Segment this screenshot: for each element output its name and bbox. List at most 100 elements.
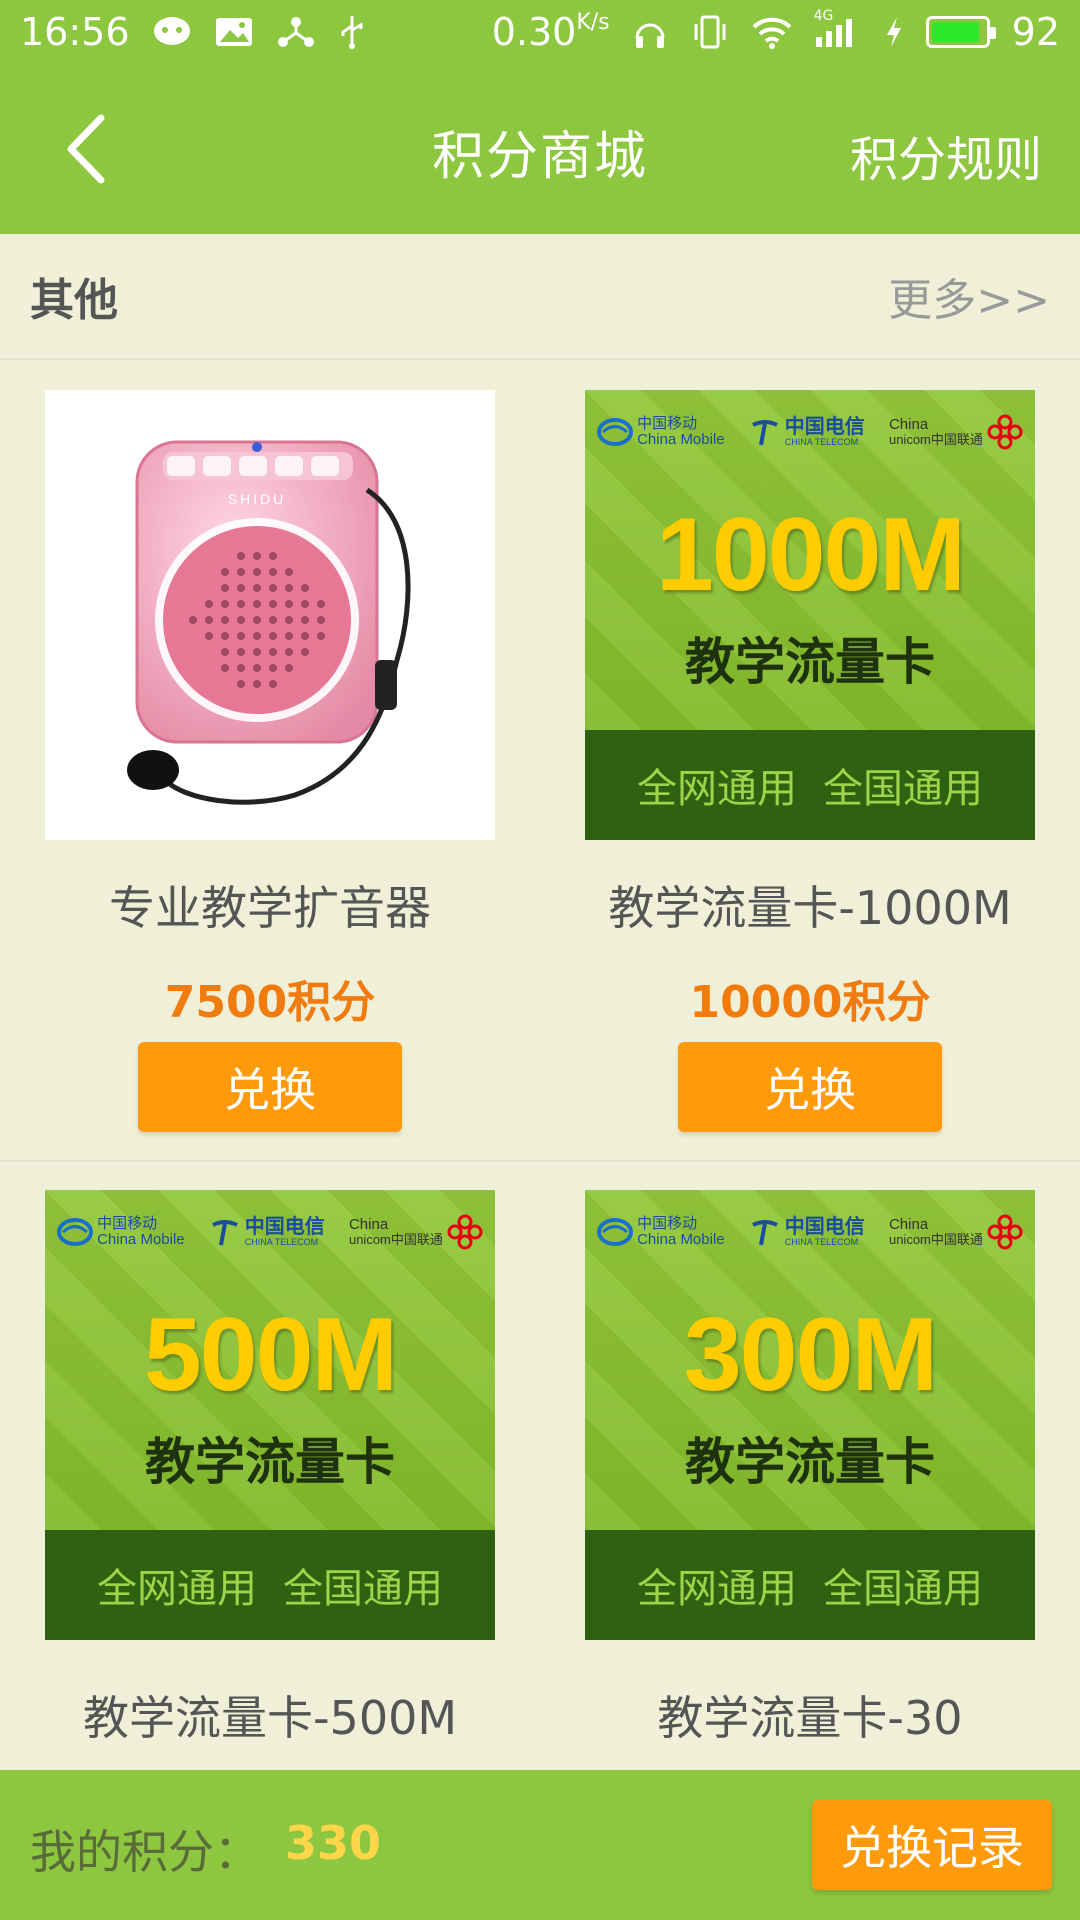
product-row: SHIDU 专业教学扩音器 7500积分 兑换 中国移动 China Mobil… — [0, 362, 1080, 1162]
china-telecom-en: CHINA TELECOM — [784, 436, 859, 447]
card-data-size: 500M — [143, 1297, 398, 1413]
status-time: 16:56 — [20, 10, 130, 54]
product-grid: SHIDU 专业教学扩音器 7500积分 兑换 中国移动 China Mobil… — [0, 362, 1080, 1770]
card-subtitle: 教学流量卡 — [145, 1433, 395, 1491]
card-footer-national: 全国通用 — [823, 766, 983, 812]
signal-type: 4G — [813, 8, 834, 24]
wifi-icon — [752, 15, 792, 49]
china-mobile-cn: 中国移动 — [97, 1215, 158, 1233]
china-telecom-icon — [751, 1220, 778, 1246]
china-mobile-en: China Mobile — [637, 1231, 725, 1248]
china-mobile-icon — [57, 1218, 94, 1246]
china-telecom-cn: 中国电信 — [784, 415, 865, 438]
app-header: 积分商城 积分规则 — [0, 64, 1080, 234]
card-subtitle: 教学流量卡 — [685, 1433, 935, 1491]
china-mobile-logo: 中国移动 China Mobile — [597, 1216, 725, 1248]
china-unicom-logo: China unicom中国联通 — [349, 1214, 483, 1250]
signal-icon: 4G — [814, 9, 862, 49]
china-unicom-cn: unicom中国联通 — [348, 1232, 443, 1248]
my-points-label: 我的积分： — [30, 1825, 260, 1879]
china-unicom-icon — [987, 414, 1023, 450]
speaker-illustration: SHIDU — [127, 440, 411, 805]
china-telecom-cn: 中国电信 — [784, 1215, 865, 1238]
section-header: 其他 更多>> — [0, 234, 1080, 360]
section-title: 其他 — [30, 275, 118, 326]
china-unicom-logo: China unicom中国联通 — [889, 1214, 1023, 1250]
card-footer-network: 全网通用 — [637, 1566, 797, 1612]
network-speed: 0.30K/s — [492, 10, 610, 54]
carrier-logos: 中国移动 China Mobile 中国电信 CHINA TELECOM China… — [45, 1214, 495, 1250]
bottom-bar: 我的积分： 330 兑换记录 — [0, 1770, 1080, 1920]
product-name: 教学流量卡-1000M — [608, 881, 1012, 935]
status-bar: 16:56 0.30K/s 4G 92 — [0, 0, 1080, 64]
exchange-button[interactable]: 兑换 — [138, 1042, 402, 1132]
china-mobile-en: China Mobile — [637, 431, 725, 448]
china-unicom-icon — [447, 1214, 483, 1250]
china-unicom-en: China — [888, 416, 929, 434]
status-right: 0.30K/s 4G 92 — [492, 9, 1060, 54]
vibrate-icon — [690, 14, 730, 50]
data-card-image[interactable]: 中国移动 China Mobile 中国电信 CHINA TELECOM China… — [585, 1190, 1035, 1640]
battery-fill — [931, 22, 980, 42]
china-telecom-logo: 中国电信 CHINA TELECOM — [749, 1215, 865, 1247]
product-points: 10000积分 — [689, 977, 931, 1028]
china-mobile-logo: 中国移动 China Mobile — [597, 416, 725, 448]
china-telecom-cn: 中国电信 — [244, 1215, 325, 1238]
china-unicom-en: China — [888, 1216, 929, 1234]
china-unicom-cn: unicom中国联通 — [888, 1232, 983, 1248]
card-data-size: 300M — [683, 1297, 938, 1413]
carrier-logos: 中国移动 China Mobile 中国电信 CHINA TELECOM China… — [585, 414, 1035, 450]
card-data-size: 1000M — [656, 497, 966, 613]
battery-icon — [925, 16, 996, 48]
china-unicom-logo: China unicom中国联通 — [889, 414, 1023, 450]
data-card-image[interactable]: 中国移动 China Mobile 中国电信 CHINA TELECOM China… — [45, 1190, 495, 1640]
china-mobile-cn: 中国移动 — [637, 415, 698, 433]
china-mobile-logo: 中国移动 China Mobile — [57, 1216, 185, 1248]
china-telecom-logo: 中国电信 CHINA TELECOM — [209, 1215, 325, 1247]
china-telecom-logo: 中国电信 CHINA TELECOM — [749, 415, 865, 447]
china-telecom-en: CHINA TELECOM — [244, 1236, 319, 1247]
exchange-history-button[interactable]: 兑换记录 — [812, 1800, 1052, 1890]
product-name: 教学流量卡-500M — [82, 1691, 458, 1745]
carrier-logos: 中国移动 China Mobile 中国电信 CHINA TELECOM China… — [585, 1214, 1035, 1250]
card-footer: 全网通用 全国通用 — [585, 730, 1035, 840]
network-speed-value: 0.30 — [491, 10, 577, 54]
product-row: 中国移动 China Mobile 中国电信 CHINA TELECOM China… — [0, 1162, 1080, 1770]
card-footer-network: 全网通用 — [97, 1566, 257, 1612]
points-rules-link[interactable]: 积分规则 — [850, 120, 1042, 190]
headphones-icon — [632, 14, 668, 50]
card-footer: 全网通用 全国通用 — [585, 1530, 1035, 1640]
card-footer: 全网通用 全国通用 — [45, 1530, 495, 1640]
china-mobile-en: China Mobile — [97, 1231, 185, 1248]
usb-icon — [338, 14, 366, 50]
card-subtitle: 教学流量卡 — [685, 633, 935, 691]
china-unicom-en: China — [348, 1216, 389, 1234]
china-telecom-en: CHINA TELECOM — [784, 1236, 859, 1247]
china-telecom-icon — [211, 1220, 238, 1246]
card-footer-network: 全网通用 — [637, 766, 797, 812]
product-name: 教学流量卡-30 — [657, 1691, 963, 1745]
china-telecom-icon — [751, 420, 778, 446]
china-unicom-icon — [987, 1214, 1023, 1250]
speaker-brand: SHIDU — [228, 491, 287, 507]
battery-percent: 92 — [1011, 10, 1060, 54]
card-footer-national: 全国通用 — [283, 1566, 443, 1612]
data-card-image[interactable]: 中国移动 China Mobile 中国电信 CHINA TELECOM China… — [585, 390, 1035, 840]
share-network-icon — [276, 15, 316, 49]
gallery-icon — [214, 15, 254, 49]
my-points-value: 330 — [285, 1816, 382, 1870]
network-speed-unit: K/s — [576, 10, 610, 35]
exchange-button[interactable]: 兑换 — [678, 1042, 942, 1132]
china-mobile-icon — [597, 1218, 634, 1246]
charging-icon — [884, 15, 904, 49]
china-mobile-icon — [597, 418, 634, 446]
card-footer-national: 全国通用 — [823, 1566, 983, 1612]
product-name: 专业教学扩音器 — [109, 881, 431, 935]
chat-icon — [152, 15, 192, 49]
china-mobile-cn: 中国移动 — [637, 1215, 698, 1233]
more-link[interactable]: 更多>> — [888, 264, 1050, 328]
status-left: 16:56 — [20, 10, 366, 54]
speaker-image[interactable]: SHIDU — [45, 390, 495, 840]
product-points: 7500积分 — [164, 977, 376, 1028]
china-unicom-cn: unicom中国联通 — [888, 432, 983, 448]
